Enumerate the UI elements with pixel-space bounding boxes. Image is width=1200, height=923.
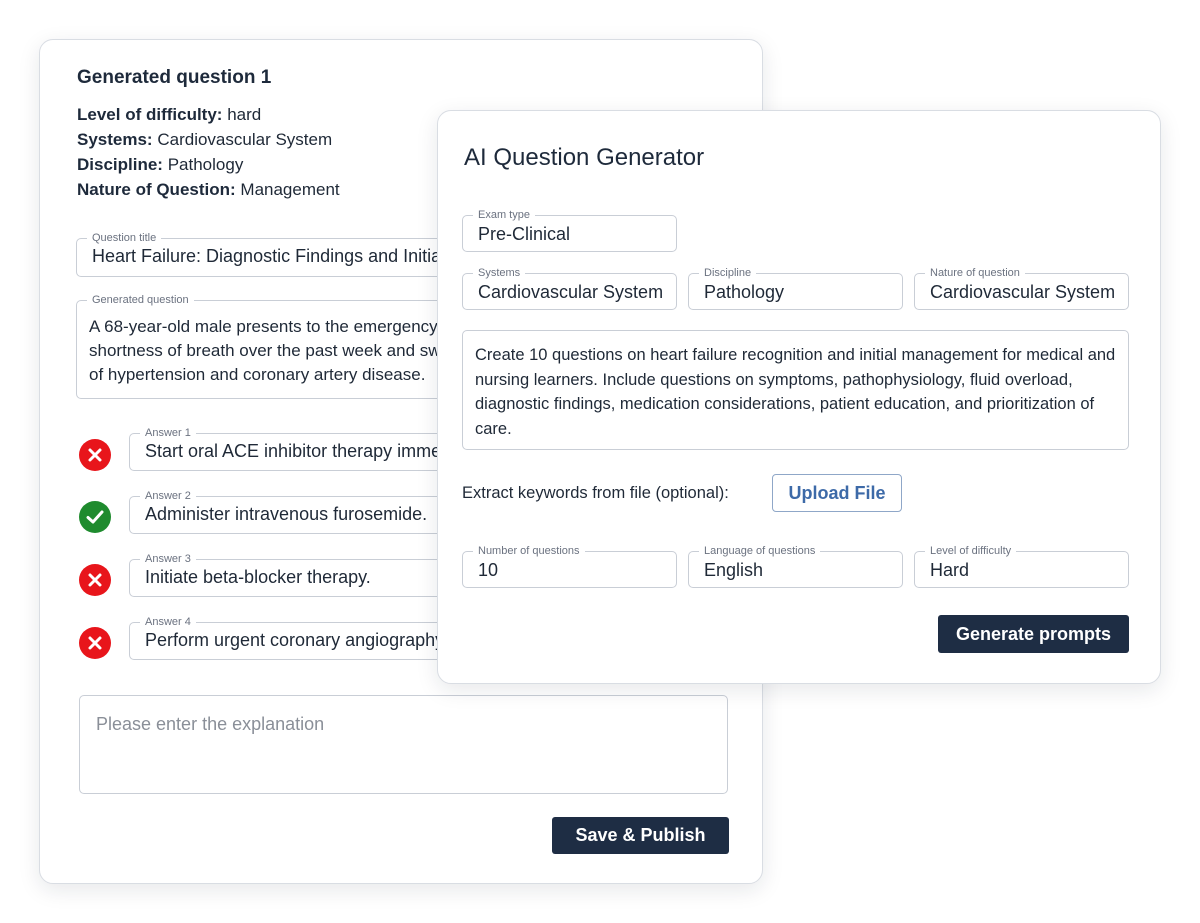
exam-type-select[interactable]: Exam type Pre-Clinical <box>462 208 677 252</box>
exam-type-value: Pre-Clinical <box>478 224 571 244</box>
ai-question-generator-card: AI Question Generator Exam type Pre-Clin… <box>437 110 1161 684</box>
correct-answer-icon <box>79 501 111 533</box>
prompt-text: Create 10 questions on heart failure rec… <box>475 346 1116 438</box>
language-select[interactable]: Language of questions English <box>688 544 903 588</box>
generated-question-heading: Generated question 1 <box>77 67 272 88</box>
number-of-questions-value: 10 <box>478 560 499 580</box>
upload-file-button[interactable]: Upload File <box>772 474 902 512</box>
generated-question-legend: Generated question <box>87 293 194 307</box>
save-publish-button[interactable]: Save & Publish <box>552 817 729 854</box>
systems-select[interactable]: Systems Cardiovascular System <box>462 266 677 310</box>
discipline-meta-value: Pathology <box>167 155 244 174</box>
difficulty-value: Hard <box>930 560 970 580</box>
question-title-legend: Question title <box>87 231 162 245</box>
nature-meta-value: Management <box>240 180 340 199</box>
systems-value: Cardiovascular System <box>478 282 664 302</box>
systems-meta-label: Systems: <box>77 130 153 149</box>
generate-prompts-button[interactable]: Generate prompts <box>938 615 1129 653</box>
number-of-questions-field[interactable]: Number of questions 10 <box>462 544 677 588</box>
answer-3-legend: Answer 3 <box>140 552 196 566</box>
discipline-meta: Discipline: Pathology <box>77 155 243 175</box>
wrong-answer-icon <box>79 564 111 596</box>
generator-title: AI Question Generator <box>464 144 705 171</box>
nature-of-question-legend: Nature of question <box>925 266 1025 280</box>
wrong-answer-icon <box>79 439 111 471</box>
difficulty-meta-label: Level of difficulty: <box>77 105 223 124</box>
exam-type-legend: Exam type <box>473 208 535 222</box>
answer-4-legend: Answer 4 <box>140 615 196 629</box>
systems-meta-value: Cardiovascular System <box>157 130 333 149</box>
discipline-value: Pathology <box>704 282 785 302</box>
difficulty-legend: Level of difficulty <box>925 544 1017 558</box>
explanation-field[interactable]: Please enter the explanation <box>79 695 728 794</box>
systems-meta: Systems: Cardiovascular System <box>77 130 332 150</box>
discipline-meta-label: Discipline: <box>77 155 163 174</box>
difficulty-meta-value: hard <box>227 105 262 124</box>
language-value: English <box>704 560 764 580</box>
nature-meta-label: Nature of Question: <box>77 180 236 199</box>
language-legend: Language of questions <box>699 544 821 558</box>
discipline-legend: Discipline <box>699 266 757 280</box>
explanation-placeholder: Please enter the explanation <box>96 714 325 734</box>
prompt-textarea[interactable]: Create 10 questions on heart failure rec… <box>462 330 1129 450</box>
answer-2-legend: Answer 2 <box>140 489 196 503</box>
difficulty-select[interactable]: Level of difficulty Hard <box>914 544 1129 588</box>
nature-meta: Nature of Question: Management <box>77 180 340 200</box>
systems-legend: Systems <box>473 266 526 280</box>
nature-of-question-select[interactable]: Nature of question Cardiovascular System <box>914 266 1129 310</box>
nature-of-question-value: Cardiovascular System <box>930 282 1116 302</box>
number-of-questions-legend: Number of questions <box>473 544 585 558</box>
extract-keywords-label: Extract keywords from file (optional): <box>462 484 729 502</box>
wrong-answer-icon <box>79 627 111 659</box>
discipline-select[interactable]: Discipline Pathology <box>688 266 903 310</box>
difficulty-meta: Level of difficulty: hard <box>77 105 261 125</box>
answer-1-legend: Answer 1 <box>140 426 196 440</box>
